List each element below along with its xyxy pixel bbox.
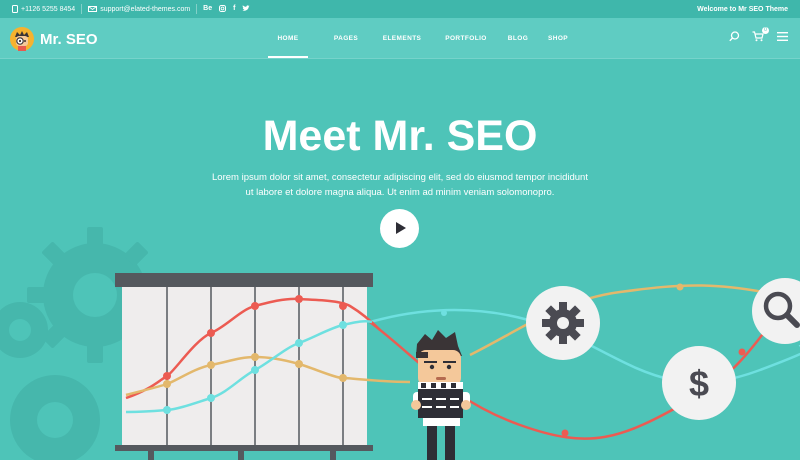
phone-icon xyxy=(12,5,18,13)
menu-item-elements[interactable]: ELEMENTS xyxy=(376,18,428,58)
menu-item-home[interactable]: HOME xyxy=(268,18,308,58)
email-address: support@elated-themes.com xyxy=(100,5,191,13)
menu-item-shop[interactable]: SHOP xyxy=(540,18,576,58)
instagram-icon[interactable] xyxy=(219,4,227,14)
main-menu: HOME PAGES ELEMENTS PORTFOLIO BLOG SHOP xyxy=(268,18,576,58)
phone-contact[interactable]: +1126 5255 8454 xyxy=(12,5,75,13)
svg-text:$: $ xyxy=(689,363,709,404)
play-video-button[interactable] xyxy=(380,209,419,248)
email-contact[interactable]: support@elated-themes.com xyxy=(88,6,190,13)
site-logo[interactable]: Mr. SEO xyxy=(10,27,98,51)
mr-seo-character xyxy=(411,330,471,460)
top-bar: +1126 5255 8454 support@elated-themes.co… xyxy=(0,0,800,18)
search-icon[interactable] xyxy=(729,31,740,42)
hamburger-icon[interactable] xyxy=(777,32,788,41)
dollar-circle: $ xyxy=(662,346,736,420)
divider xyxy=(196,4,198,14)
menu-item-pages[interactable]: PAGES xyxy=(326,18,366,58)
divider xyxy=(81,4,83,14)
hero-description: Lorem ipsum dolor sit amet, consectetur … xyxy=(200,170,600,200)
behance-icon[interactable]: Be xyxy=(203,5,212,14)
right-yellow-line xyxy=(469,284,800,357)
cart-button[interactable]: 0 xyxy=(752,27,769,42)
main-header: Mr. SEO HOME PAGES ELEMENTS PORTFOLIO BL… xyxy=(0,18,800,59)
mr-seo-logo-icon xyxy=(10,27,34,51)
facebook-icon[interactable]: f xyxy=(233,5,235,14)
brand-name: Mr. SEO xyxy=(40,30,98,48)
magnifier-circle xyxy=(752,278,800,344)
hero-text-line: Lorem ipsum dolor sit amet, consectetur … xyxy=(212,172,588,183)
cart-count-badge: 0 xyxy=(762,27,769,34)
hero-text-line: ut labore et dolore magna aliqua. Ut eni… xyxy=(245,187,555,198)
envelope-icon xyxy=(88,6,98,12)
gear-circle xyxy=(526,286,600,360)
menu-item-portfolio[interactable]: PORTFOLIO xyxy=(440,18,492,58)
welcome-text: Welcome to Mr SEO Theme xyxy=(697,5,788,13)
menu-item-blog[interactable]: BLOG xyxy=(500,18,536,58)
social-links: Be f xyxy=(203,4,251,14)
twitter-icon[interactable] xyxy=(242,4,251,14)
hero-title: Meet Mr. SEO xyxy=(262,112,538,160)
play-icon xyxy=(396,222,406,234)
header-actions: 0 xyxy=(729,27,788,42)
phone-number: +1126 5255 8454 xyxy=(21,5,76,13)
